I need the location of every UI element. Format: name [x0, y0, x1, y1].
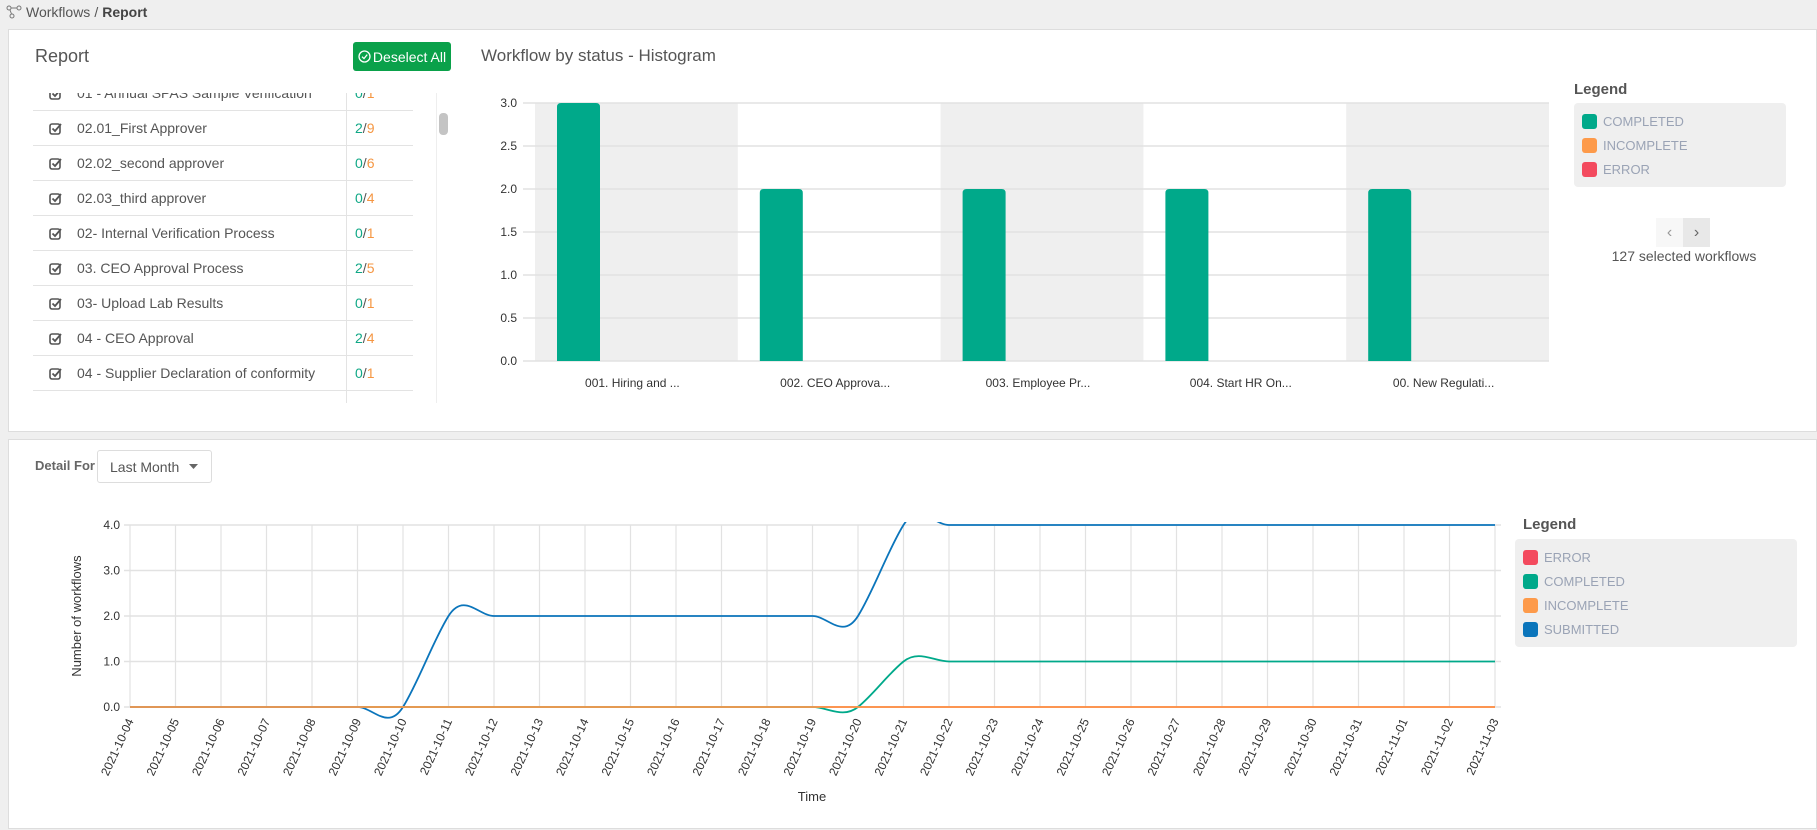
x-tick-label: 003. Employee Pr... — [986, 376, 1091, 390]
bar-completed — [1165, 189, 1209, 361]
next-page-button[interactable]: › — [1683, 218, 1710, 247]
x-tick-label: 2021-10-30 — [1281, 716, 1320, 778]
x-tick-label: 2021-10-08 — [280, 716, 319, 778]
legend-swatch — [1582, 113, 1597, 129]
pager: ‹ › — [1656, 218, 1710, 247]
legend-label: INCOMPLETE — [1603, 137, 1688, 153]
legend-label: ERROR — [1544, 549, 1591, 565]
x-tick-label: 2021-10-15 — [599, 716, 638, 778]
breadcrumb-current: Report — [102, 4, 148, 20]
x-tick-label: 002. CEO Approva... — [780, 376, 890, 390]
histogram-chart: 0.0 0.5 1.0 1.5 2.0 2.5 3.0 001. Hiring and ...… — [500, 96, 1549, 390]
x-tick-label: 2021-10-24 — [1008, 716, 1047, 778]
bar-completed — [962, 189, 1006, 361]
legend-swatch — [1523, 573, 1538, 589]
legend-title: Legend — [1523, 516, 1577, 533]
selected-count: 127 selected workflows — [1611, 248, 1757, 264]
y-tick-label: 0.5 — [500, 311, 517, 325]
y-tick-label: 1.0 — [500, 268, 517, 282]
x-tick-label: 2021-10-18 — [735, 716, 774, 778]
x-tick-label: 00. New Regulati... — [1393, 376, 1494, 390]
x-tick-label: 2021-10-10 — [371, 716, 410, 778]
x-tick-label: 2021-10-25 — [1054, 716, 1093, 778]
legend-item-completed[interactable]: COMPLETED — [1523, 569, 1789, 593]
x-tick-label: 2021-10-23 — [963, 716, 1002, 778]
y-tick-label: 1.5 — [500, 225, 517, 239]
report-panel: Report Deselect All 01 - Annual SPAS Sam… — [8, 29, 1817, 432]
legend-label: SUBMITTED — [1544, 621, 1620, 637]
legend-label: INCOMPLETE — [1544, 597, 1629, 613]
y-tick-label: 2.5 — [500, 139, 517, 153]
y-tick-label: 2.0 — [500, 182, 517, 196]
x-tick-label: 2021-11-02 — [1418, 716, 1456, 777]
y-tick-label: 3.0 — [103, 564, 120, 578]
x-tick-label: 2021-10-29 — [1236, 716, 1275, 778]
legend-item-incomplete[interactable]: INCOMPLETE — [1523, 593, 1789, 617]
x-tick-label: 2021-11-01 — [1372, 716, 1410, 777]
legend-swatch — [1523, 621, 1538, 637]
x-tick-label: 2021-11-03 — [1463, 716, 1501, 777]
y-tick-label: 2.0 — [103, 609, 120, 623]
x-tick-label: 2021-10-14 — [553, 716, 592, 778]
x-tick-label: 2021-10-26 — [1099, 716, 1138, 778]
y-tick-label: 3.0 — [500, 96, 517, 110]
breadcrumb-separator: / — [94, 4, 99, 20]
legend-swatch — [1582, 161, 1597, 177]
x-tick-label: 001. Hiring and ... — [585, 376, 680, 390]
x-tick-label: 2021-10-16 — [644, 716, 683, 778]
x-tick-label: 2021-10-12 — [462, 716, 501, 778]
x-tick-label: 2021-10-13 — [508, 716, 547, 778]
legend-swatch — [1582, 137, 1597, 153]
x-tick-label: 2021-10-21 — [872, 716, 911, 778]
y-tick-label: 1.0 — [103, 655, 120, 669]
x-tick-label: 2021-10-05 — [144, 716, 183, 778]
x-tick-label: 2021-10-22 — [917, 716, 956, 778]
legend-item-submitted[interactable]: SUBMITTED — [1523, 617, 1789, 641]
histogram-legend: Legend COMPLETED INCOMPLETE ERROR — [1574, 81, 1786, 187]
x-axis-label: Time — [798, 789, 826, 804]
x-tick-label: 2021-10-20 — [826, 716, 865, 778]
x-tick-label: 2021-10-09 — [326, 716, 365, 778]
legend-item-error[interactable]: ERROR — [1582, 157, 1778, 181]
legend-label: COMPLETED — [1603, 113, 1684, 129]
x-tick-label: 2021-10-27 — [1145, 716, 1184, 778]
chevron-right-icon: › — [1693, 223, 1700, 241]
x-tick-label: 2021-10-19 — [781, 716, 820, 778]
timeline-legend: Legend ERROR COMPLETED INCOMPLETE SUBMITTED — [1515, 516, 1797, 647]
chevron-left-icon: ‹ — [1666, 223, 1673, 241]
legend-swatch — [1523, 597, 1538, 613]
x-tick-label: 004. Start HR On... — [1190, 376, 1292, 390]
legend-title: Legend — [1574, 81, 1628, 98]
y-tick-label: 4.0 — [103, 518, 120, 532]
x-tick-label: 2021-10-11 — [417, 716, 455, 777]
y-tick-label: 0.0 — [103, 700, 120, 714]
x-tick-label: 2021-10-06 — [189, 716, 228, 778]
legend-label: COMPLETED — [1544, 573, 1625, 589]
bar-completed — [557, 103, 600, 361]
y-tick-label: 0.0 — [500, 354, 517, 368]
detail-panel: Detail For Last Month 0.0 1.0 2.0 3.0 4.0 202… — [8, 439, 1817, 829]
breadcrumb-parent[interactable]: Workflows — [26, 4, 90, 20]
legend-swatch — [1523, 549, 1538, 565]
legend-item-incomplete[interactable]: INCOMPLETE — [1582, 133, 1778, 157]
bar-completed — [1368, 189, 1412, 361]
x-tick-label: 2021-10-07 — [235, 716, 274, 778]
x-tick-label: 2021-10-28 — [1190, 716, 1229, 778]
prev-page-button[interactable]: ‹ — [1656, 218, 1683, 247]
x-tick-label: 2021-10-17 — [690, 716, 729, 778]
legend-label: ERROR — [1603, 161, 1650, 177]
timeline-chart: 0.01.02.03.04.02021-10-04 2021-10-05 2021-… — [69, 518, 1502, 804]
bar-completed — [759, 189, 803, 361]
legend-item-completed[interactable]: COMPLETED — [1582, 109, 1778, 133]
legend-item-error[interactable]: ERROR — [1523, 545, 1789, 569]
y-axis-label: Number of workflows — [69, 555, 84, 677]
workflow-icon — [6, 5, 22, 19]
x-tick-label: 2021-10-31 — [1327, 716, 1366, 778]
x-tick-label: 2021-10-04 — [98, 716, 137, 778]
breadcrumb: Workflows / Report — [6, 4, 147, 20]
